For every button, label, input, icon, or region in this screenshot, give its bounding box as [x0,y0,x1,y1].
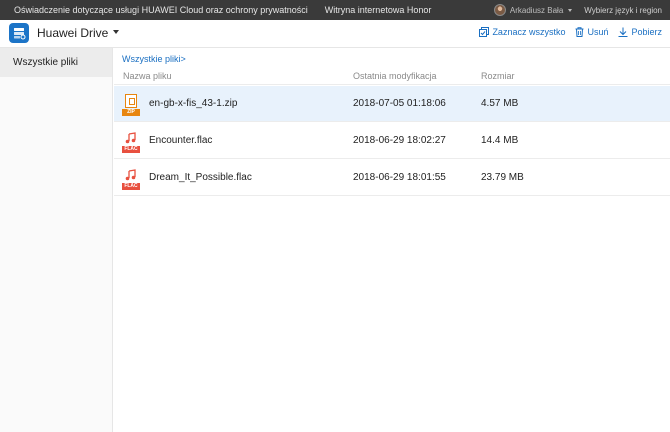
table-row[interactable]: FLAC Encounter.flac 2018-06-29 18:02:27 … [114,123,670,159]
chevron-down-icon [568,8,573,12]
table-row[interactable]: FLAC Dream_It_Possible.flac 2018-06-29 1… [114,160,670,196]
select-all-button[interactable]: Zaznacz wszystko [479,27,565,37]
zip-file-icon: ZIP [122,94,140,116]
file-type-label: ZIP [122,109,140,116]
delete-label: Usuń [587,27,609,37]
app-name: Huawei Drive [37,26,109,40]
select-all-label: Zaznacz wszystko [492,27,566,37]
file-list-panel: Wszystkie pliki> Nazwa pliku Ostatnia mo… [114,48,670,432]
download-icon [618,27,628,37]
chevron-down-icon [113,30,120,34]
file-size: 4.57 MB [481,98,519,109]
language-region-link[interactable]: Wybierz język i region [584,6,662,15]
table-row[interactable]: ZIP en-gb-x-fis_43-1.zip 2018-07-05 01:1… [114,86,670,122]
huawei-drive-logo-icon [9,23,29,43]
music-note-icon [125,169,136,181]
delete-button[interactable]: Usuń [575,27,608,37]
file-name: en-gb-x-fis_43-1.zip [149,98,238,109]
column-header-name[interactable]: Nazwa pliku [123,71,172,81]
file-modified: 2018-07-05 01:18:06 [353,98,446,109]
column-header-modified[interactable]: Ostatnia modyfikacja [353,71,437,81]
breadcrumb[interactable]: Wszystkie pliki> [122,54,186,64]
column-header-size[interactable]: Rozmiar [481,71,515,81]
file-size: 14.4 MB [481,135,519,146]
toolbar: Zaznacz wszystko Usuń Pobierz [469,27,662,37]
sidebar: Wszystkie pliki [0,48,113,432]
user-menu[interactable]: Arkadiusz Bała [493,4,573,16]
file-type-label: FLAC [122,146,140,153]
file-modified: 2018-06-29 18:01:55 [353,172,446,183]
avatar [493,4,506,16]
user-name: Arkadiusz Bała [509,5,564,15]
table-header: Nazwa pliku Ostatnia modyfikacja Rozmiar [114,68,670,85]
file-size: 23.79 MB [481,172,524,183]
file-type-label: FLAC [122,183,140,190]
music-note-icon [125,132,136,144]
audio-file-icon: FLAC [122,131,140,153]
audio-file-icon: FLAC [122,168,140,190]
select-all-icon [479,27,490,37]
app-header: Huawei Drive Zaznacz wszystko Usuń Pobie… [0,20,670,48]
file-modified: 2018-06-29 18:02:27 [353,135,446,146]
file-name: Encounter.flac [149,135,213,146]
top-bar: Oświadczenie dotyczące usługi HUAWEI Clo… [0,0,670,20]
honor-website-link[interactable]: Witryna internetowa Honor [325,5,432,15]
sidebar-item-label: Wszystkie pliki [13,57,79,68]
trash-icon [575,27,584,37]
file-name: Dream_It_Possible.flac [149,172,252,183]
privacy-statement-link[interactable]: Oświadczenie dotyczące usługi HUAWEI Clo… [14,5,308,15]
sidebar-item-all-files[interactable]: Wszystkie pliki [0,48,112,77]
app-switcher[interactable]: Huawei Drive [9,23,120,43]
download-button[interactable]: Pobierz [618,27,662,37]
download-label: Pobierz [631,27,662,37]
